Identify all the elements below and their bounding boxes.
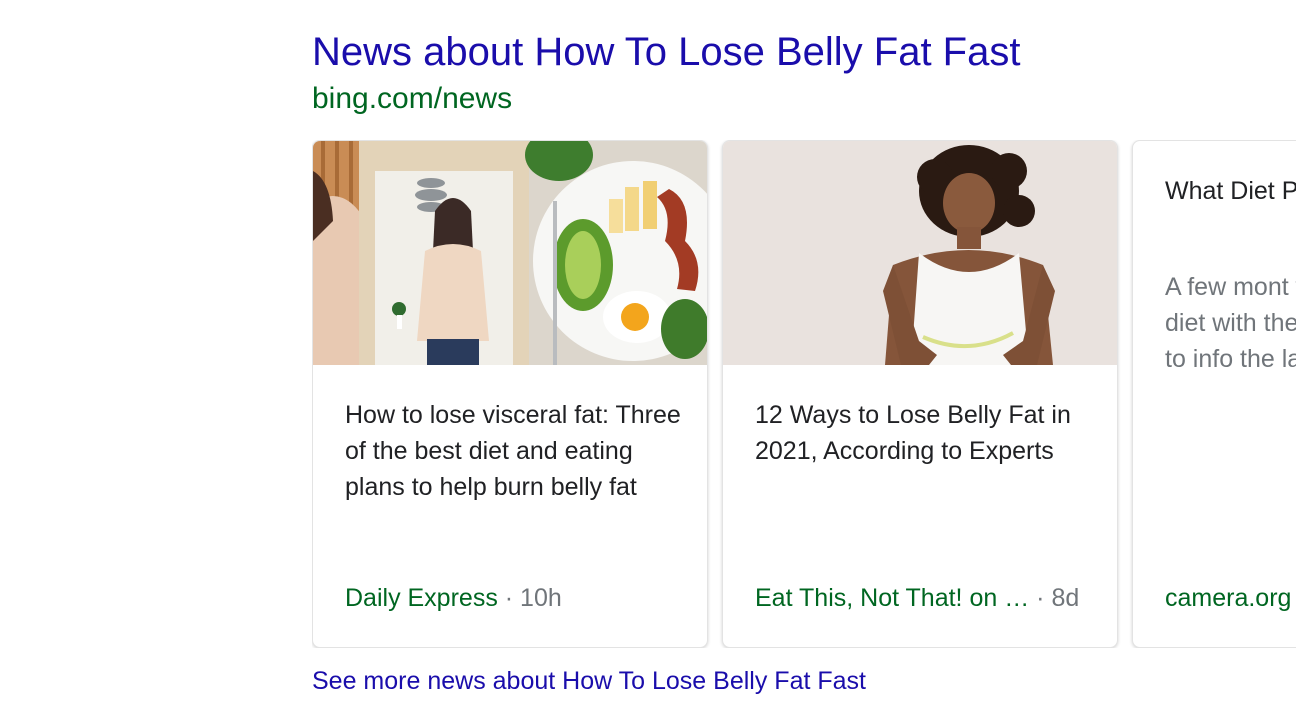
card-source: camera.org — [1165, 584, 1292, 612]
news-card[interactable]: 12 Ways to Lose Belly Fat in 2021, Accor… — [722, 140, 1118, 648]
meta-separator: · — [1029, 584, 1052, 612]
card-title[interactable]: 12 Ways to Lose Belly Fat in 2021, Accor… — [755, 397, 1095, 469]
meta-separator: · — [497, 584, 521, 612]
news-card[interactable]: How to lose visceral fat: Three of the b… — [312, 140, 708, 648]
card-thumbnail[interactable] — [313, 141, 707, 365]
card-meta: camera.org — [1165, 581, 1291, 615]
news-carousel: How to lose visceral fat: Three of the b… — [312, 140, 1296, 648]
news-answer: News about How To Lose Belly Fat Fast bi… — [0, 0, 1296, 714]
card-source: Eat This, Not That! on … — [755, 584, 1030, 612]
card-time: 8d — [1051, 584, 1080, 612]
see-more-news-link[interactable]: See more news about How To Lose Belly Fa… — [312, 664, 866, 698]
news-card[interactable]: What Diet P Lose Belly F A few mont work… — [1132, 140, 1296, 648]
card-snippet: A few mont work to lose Patrick diet wit… — [1165, 273, 1296, 373]
card-time: 10h — [520, 584, 562, 612]
woman-mirror-breakfast-image — [313, 141, 707, 365]
card-source: Daily Express — [345, 584, 498, 612]
card-thumbnail[interactable] — [723, 141, 1117, 365]
source-url: bing.com/news — [312, 82, 513, 115]
card-meta: Daily Express · 10h — [345, 581, 562, 615]
card-title[interactable]: What Diet P Lose Belly F — [1165, 173, 1296, 209]
news-heading-link[interactable]: News about How To Lose Belly Fat Fast — [312, 28, 1020, 76]
card-title[interactable]: How to lose visceral fat: Three of the b… — [345, 397, 685, 505]
card-meta: Eat This, Not That! on … · 8d — [755, 581, 1079, 615]
woman-measuring-waist-image — [723, 141, 1117, 365]
